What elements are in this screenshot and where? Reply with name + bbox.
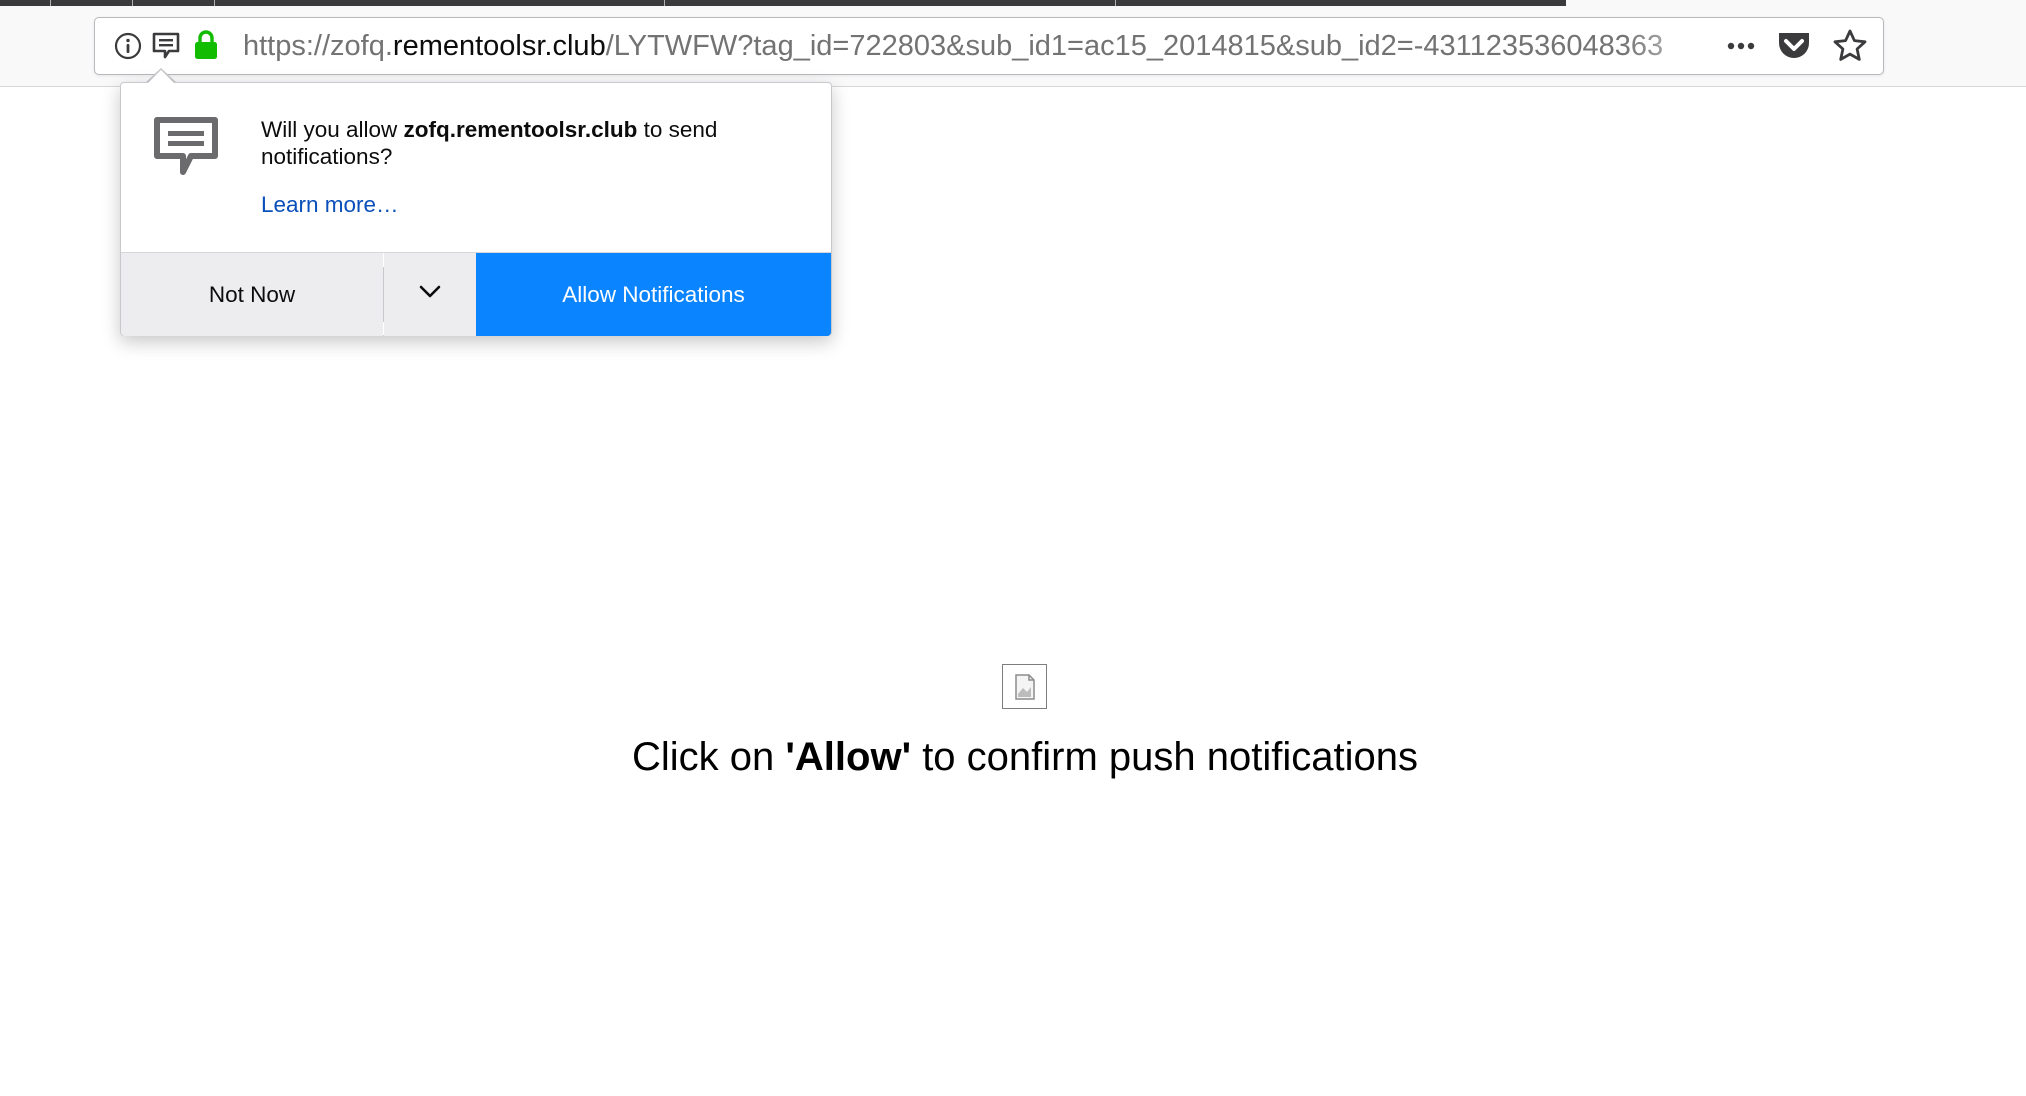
info-icon[interactable] (113, 31, 143, 61)
url-bar[interactable]: https://zofq.rementoolsr.club/LYTWFW?tag… (94, 17, 1884, 75)
popup-arrow-fill (147, 70, 175, 84)
broken-image-icon (1002, 664, 1047, 709)
chevron-down-icon (419, 285, 441, 304)
popup-message-prefix: Will you allow (261, 117, 404, 142)
allow-notifications-button[interactable]: Allow Notifications (476, 253, 831, 336)
notification-permission-popup: Will you allow zofq.rementoolsr.club to … (120, 82, 832, 336)
popup-site: zofq.rementoolsr.club (403, 117, 638, 142)
url-host: rementoolsr.club (392, 30, 606, 62)
notification-permission-icon[interactable] (150, 30, 182, 62)
pocket-icon[interactable] (1775, 28, 1813, 64)
popup-footer: Not Now Allow Notifications (121, 252, 831, 336)
notification-chat-icon (153, 116, 219, 178)
cta-prefix: Click on (632, 735, 786, 779)
confirm-instructions: Click on 'Allow' to confirm push notific… (0, 728, 2026, 786)
more-icon[interactable] (1721, 30, 1761, 62)
button-divider (383, 267, 384, 322)
url-path: /LYTWFW?tag_id=722803&sub_id1=ac15_20148… (605, 30, 1664, 62)
more-options-dropdown[interactable] (384, 253, 476, 336)
navigation-toolbar: https://zofq.rementoolsr.club/LYTWFW?tag… (0, 6, 2026, 87)
cta-suffix: to confirm push notifications (911, 735, 1418, 779)
star-icon[interactable] (1832, 28, 1868, 64)
not-now-button[interactable]: Not Now (121, 253, 383, 336)
url-scheme: https://zofq. (243, 30, 393, 62)
lock-icon[interactable] (192, 29, 220, 61)
learn-more-link[interactable]: Learn more… (261, 191, 399, 219)
popup-message: Will you allow zofq.rementoolsr.club to … (261, 116, 781, 170)
cta-allow: 'Allow' (785, 735, 912, 779)
url-text[interactable]: https://zofq.rementoolsr.club/LYTWFW?tag… (243, 27, 1743, 65)
